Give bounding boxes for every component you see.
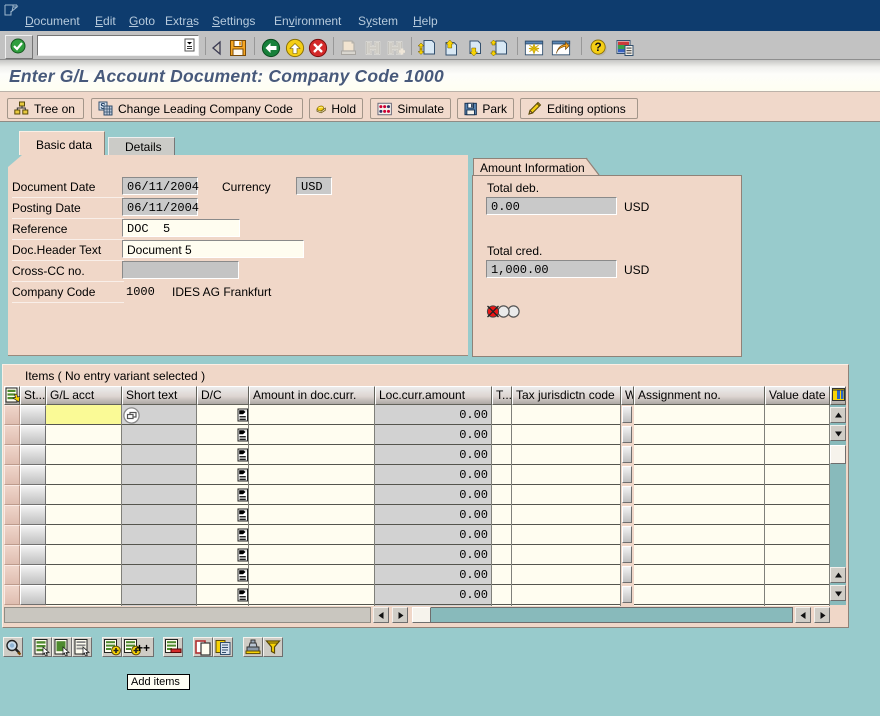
svg-text:?: ? bbox=[594, 40, 601, 54]
